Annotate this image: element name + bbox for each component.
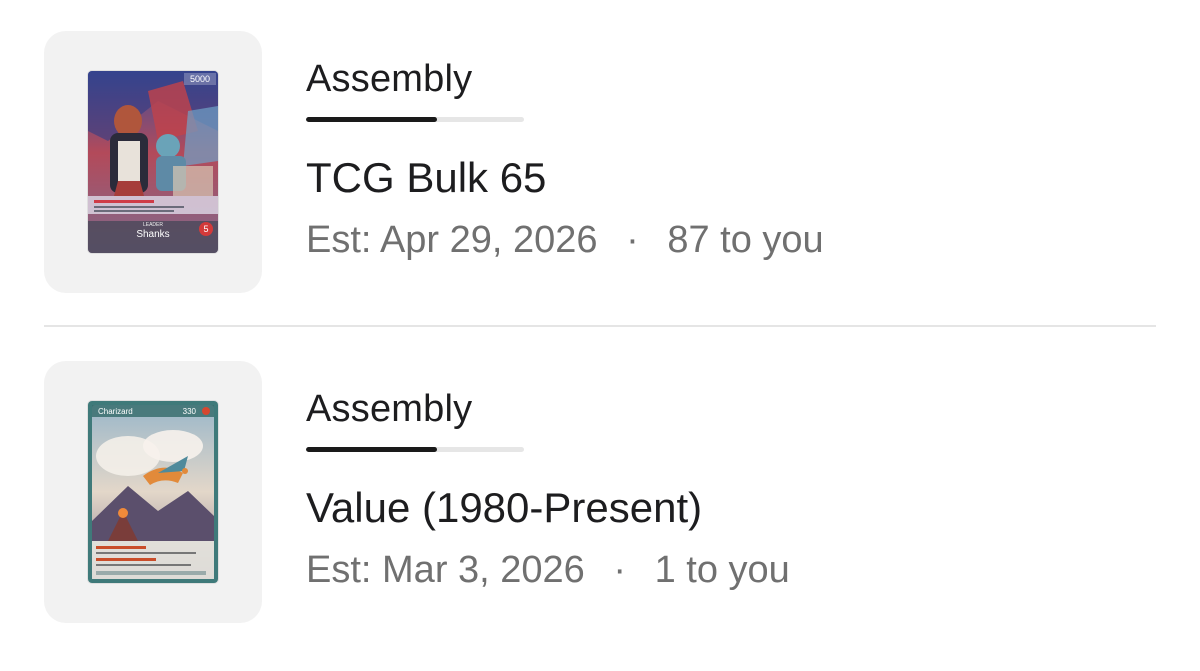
order-meta: Est: Apr 29, 2026 · 87 to you	[306, 216, 1160, 264]
est-label: Est:	[306, 219, 372, 261]
order-status: Assembly	[306, 388, 473, 430]
card-power: 5000	[190, 74, 210, 84]
recipient-count: 1 to you	[654, 549, 790, 591]
product-thumbnail: Charizard 330	[44, 361, 262, 623]
est-label: Est:	[306, 549, 372, 591]
est-date: Mar 3, 2026	[382, 549, 585, 591]
card-art: 5 LEADER Shanks 5000	[88, 71, 218, 253]
order-meta: Est: Mar 3, 2026 · 1 to you	[306, 546, 1160, 594]
status-progress-fill	[306, 117, 437, 122]
card-name: Shanks	[136, 229, 169, 240]
status-progress-bar	[306, 117, 524, 122]
meta-separator: ·	[613, 549, 627, 591]
card-name: Charizard	[98, 407, 133, 416]
card-art: Charizard 330	[88, 401, 218, 583]
order-title: Value (1980-Present)	[306, 484, 703, 531]
card-image-shanks: 5 LEADER Shanks 5000	[88, 71, 218, 253]
order-title: TCG Bulk 65	[306, 154, 547, 201]
row-divider	[44, 325, 1156, 327]
status-progress-fill	[306, 447, 437, 452]
order-row[interactable]: 5 LEADER Shanks 5000 Assembly TCG Bulk 6…	[0, 0, 1200, 300]
card-life: 5	[203, 224, 208, 234]
order-info: Assembly Value (1980-Present) Est: Mar 3…	[306, 385, 1160, 594]
card-image-charizard: Charizard 330	[88, 401, 218, 583]
order-info: Assembly TCG Bulk 65 Est: Apr 29, 2026 ·…	[306, 55, 1160, 264]
product-thumbnail: 5 LEADER Shanks 5000	[44, 31, 262, 293]
order-row[interactable]: Charizard 330 Assembly Value (1980-Prese…	[0, 330, 1200, 630]
card-leader-label: LEADER	[143, 222, 163, 228]
card-hp: 330	[183, 407, 197, 416]
recipient-count: 87 to you	[667, 219, 824, 261]
order-list: 5 LEADER Shanks 5000 Assembly TCG Bulk 6…	[0, 0, 1200, 671]
order-status: Assembly	[306, 58, 473, 100]
status-progress-bar	[306, 447, 524, 452]
meta-separator: ·	[626, 219, 639, 261]
est-date: Apr 29, 2026	[379, 219, 598, 261]
